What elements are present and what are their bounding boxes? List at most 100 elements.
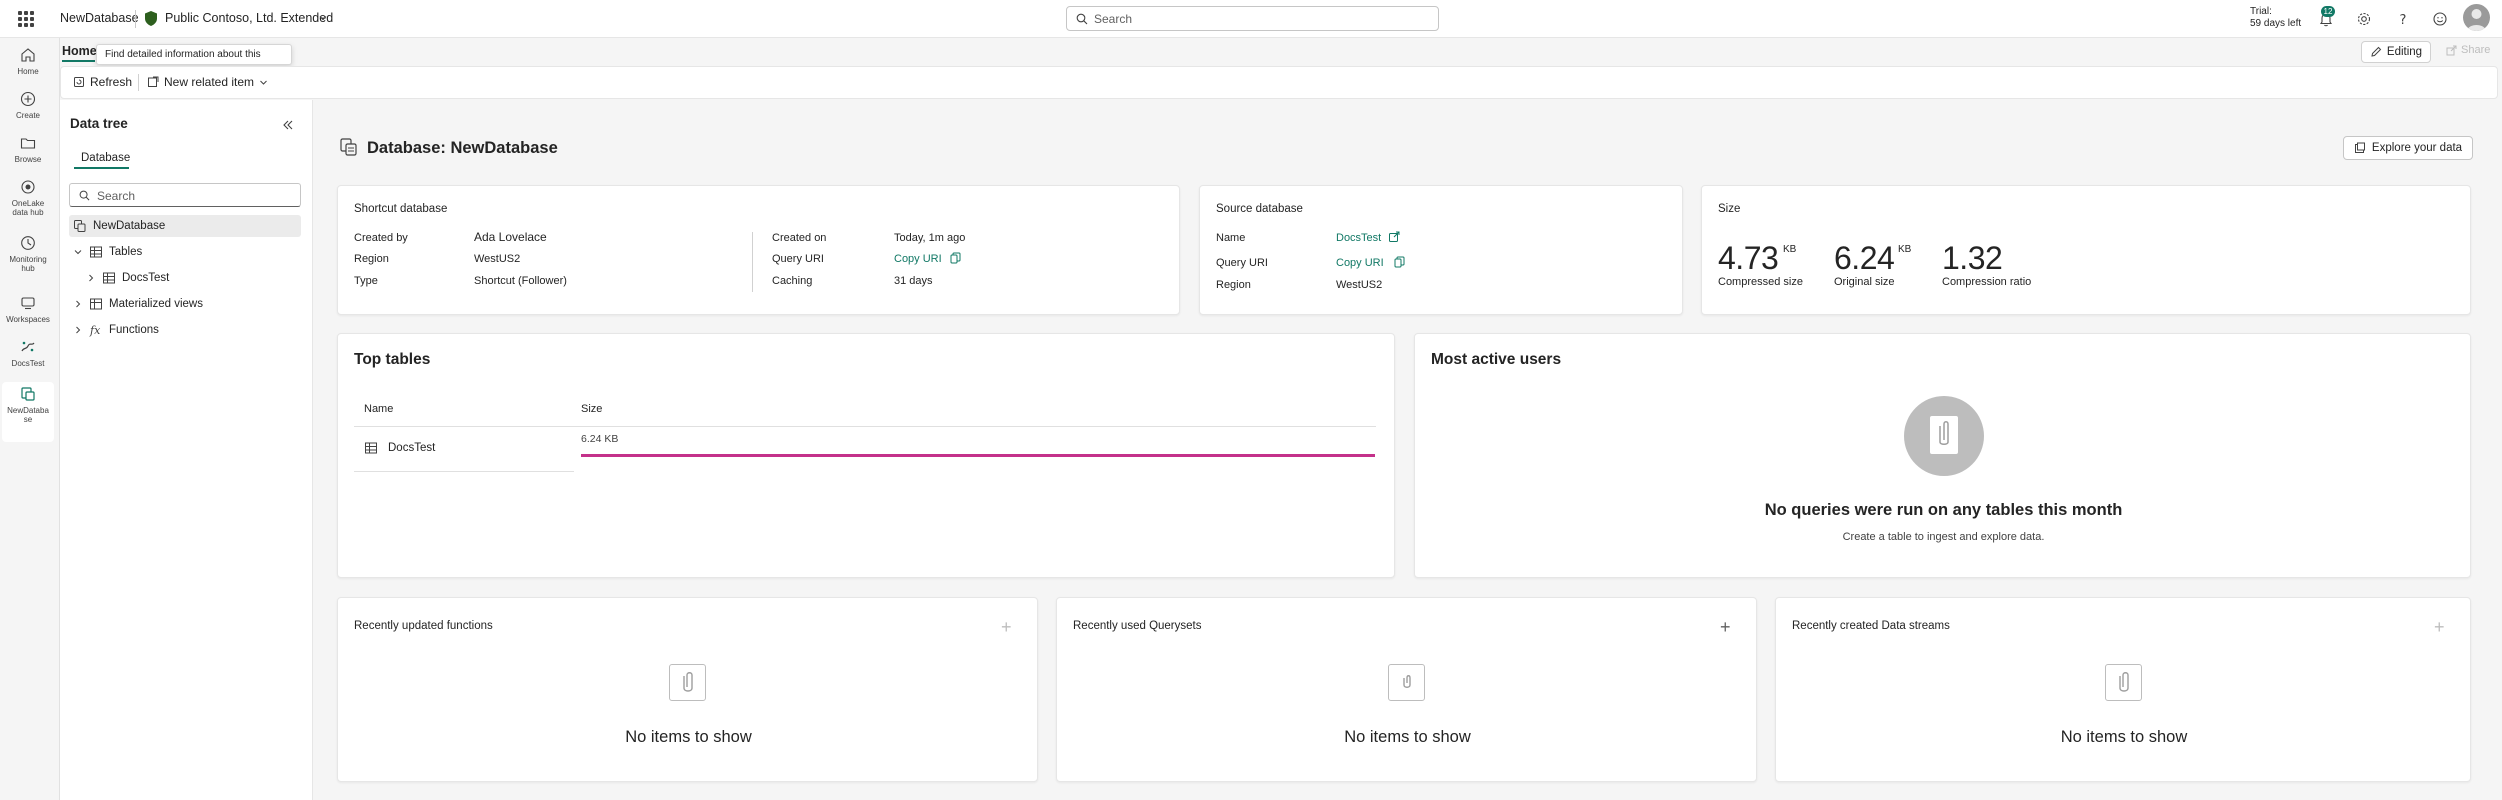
refresh-button[interactable]: Refresh [73, 75, 132, 89]
table-row[interactable]: DocsTest 6.24 KB [354, 427, 1376, 471]
function-icon: fx [89, 323, 103, 337]
original-size-value: 6.24 [1834, 240, 1895, 276]
add-icon[interactable]: + [2434, 618, 2445, 636]
caching-value: 31 days [894, 275, 933, 287]
chevron-down-icon[interactable] [73, 247, 85, 257]
rail-label-workspaces: Workspaces [6, 315, 50, 324]
app-launcher-icon[interactable] [18, 11, 34, 27]
share-label: Share [2461, 44, 2491, 56]
tree-label-materialized-views: Materialized views [109, 298, 203, 310]
table-icon [102, 271, 116, 285]
compressed-size-value: 4.73 [1718, 240, 1779, 276]
source-name-link[interactable]: DocsTest [1336, 232, 1381, 244]
database-icon [73, 219, 87, 233]
global-search-input[interactable]: Search [1066, 6, 1439, 31]
tree-label-functions: Functions [109, 324, 159, 336]
rail-label-browse: Browse [14, 155, 42, 164]
refresh-label: Refresh [90, 75, 133, 89]
copy-icon[interactable] [950, 252, 961, 264]
region-label: Region [354, 253, 389, 265]
rail-label-home: Home [17, 67, 39, 76]
rail-item-home[interactable]: Home [0, 46, 56, 76]
tree-search-input[interactable]: Search [69, 183, 301, 207]
chevron-right-icon[interactable] [73, 299, 85, 309]
tree-item-tables[interactable]: Tables [69, 241, 301, 263]
workspace-name[interactable]: Public Contoso, Ltd. Extended [165, 11, 333, 25]
rail-label-monitoring-2: hub [21, 264, 35, 273]
rail-item-browse[interactable]: Browse [0, 134, 56, 164]
add-icon[interactable]: + [1001, 618, 1012, 636]
monitor-icon [21, 236, 35, 250]
rail-item-workspaces[interactable]: Workspaces [0, 294, 56, 324]
rail-label-newdatabase-1: NewDataba [7, 406, 49, 415]
tree-item-newdatabase[interactable]: NewDatabase [69, 215, 301, 237]
avatar[interactable] [2463, 4, 2490, 31]
help-icon[interactable]: ? [2395, 11, 2411, 27]
paperclip-icon [669, 664, 706, 701]
rail-label-onelake-1: OneLake [11, 199, 45, 208]
type-label: Type [354, 275, 378, 287]
empty-state-subtitle: Create a table to ingest and explore dat… [1842, 531, 2045, 543]
created-by-label: Created by [354, 232, 408, 244]
add-icon[interactable]: + [1720, 618, 1731, 636]
editing-button[interactable]: Editing [2361, 41, 2431, 63]
rail-label-create: Create [15, 111, 40, 120]
tree-item-functions[interactable]: fx Functions [69, 319, 301, 341]
chevron-right-icon[interactable] [73, 325, 85, 335]
copy-uri-link[interactable]: Copy URI [1336, 257, 1384, 269]
home-icon [21, 48, 35, 62]
compression-ratio-value: 1.32 [1942, 240, 2003, 276]
folder-icon [20, 138, 36, 149]
chevron-right-icon[interactable] [86, 273, 98, 283]
caching-label: Caching [772, 275, 813, 287]
rail-item-monitoring[interactable]: Monitoring hub [0, 234, 56, 273]
new-related-item-label: New related item [164, 75, 255, 89]
recently-created-data-streams-card: Recently created Data streams + No items… [1775, 597, 2471, 782]
new-related-item-button[interactable]: New related item [147, 75, 268, 89]
explore-your-data-button[interactable]: Explore your data [2343, 136, 2473, 160]
data-tree-title: Data tree [70, 116, 128, 131]
rail-item-create[interactable]: Create [0, 90, 56, 120]
settings-gear-icon[interactable] [2356, 11, 2372, 27]
copy-icon[interactable] [1394, 256, 1405, 268]
materialized-view-icon [89, 297, 103, 311]
chevron-down-icon[interactable] [318, 13, 328, 23]
share-icon [2446, 45, 2457, 55]
recently-used-querysets-card: Recently used Querysets + No items to sh… [1056, 597, 1757, 782]
table-icon [364, 441, 378, 455]
rail-label-docstest: DocsTest [11, 359, 45, 368]
app-title[interactable]: NewDatabase [60, 11, 139, 25]
card-title: Recently created Data streams [1792, 620, 1950, 632]
rail-item-newdatabase[interactable]: NewDataba se [0, 385, 56, 424]
region-value: WestUS2 [474, 253, 521, 265]
recently-updated-functions-card: Recently updated functions + No items to… [337, 597, 1038, 782]
source-database-card: Source database Name DocsTest Query URI … [1199, 185, 1683, 315]
open-external-icon[interactable] [1388, 231, 1400, 243]
tree-item-docstest[interactable]: DocsTest [69, 267, 301, 289]
rail-label-monitoring-1: Monitoring [9, 255, 47, 264]
tab-home[interactable]: Home [62, 44, 97, 58]
original-size-unit: KB [1898, 244, 1912, 255]
trial-label: Trial: [2250, 6, 2272, 17]
ribbon-divider [138, 74, 139, 91]
collapse-panel-icon[interactable] [282, 119, 294, 131]
feedback-smiley-icon[interactable] [2432, 11, 2448, 27]
size-card: Size 4.73 KB Compressed size 6.24 KB Ori… [1701, 185, 2471, 315]
search-icon [1076, 13, 1088, 25]
rail-item-onelake[interactable]: OneLake data hub [0, 178, 56, 217]
ribbon-toolbar: Refresh New related item [60, 66, 2498, 99]
card-title: Recently used Querysets [1073, 620, 1202, 632]
share-button[interactable]: Share [2446, 44, 2490, 56]
most-active-users-card: Most active users No queries were run on… [1414, 333, 2471, 578]
tree-item-materialized-views[interactable]: Materialized views [69, 293, 301, 315]
rail-item-docstest[interactable]: DocsTest [0, 338, 56, 368]
onelake-icon [21, 180, 35, 194]
docstest-icon [21, 341, 35, 352]
tab-database[interactable]: Database [81, 152, 130, 164]
created-on-value: Today, 1m ago [894, 232, 966, 244]
tree-label-docstest: DocsTest [122, 272, 170, 284]
copy-uri-link[interactable]: Copy URI [894, 253, 942, 265]
region-label: Region [1216, 279, 1251, 291]
created-on-label: Created on [772, 232, 827, 244]
trial-status[interactable]: Trial: 59 days left [2250, 6, 2301, 30]
